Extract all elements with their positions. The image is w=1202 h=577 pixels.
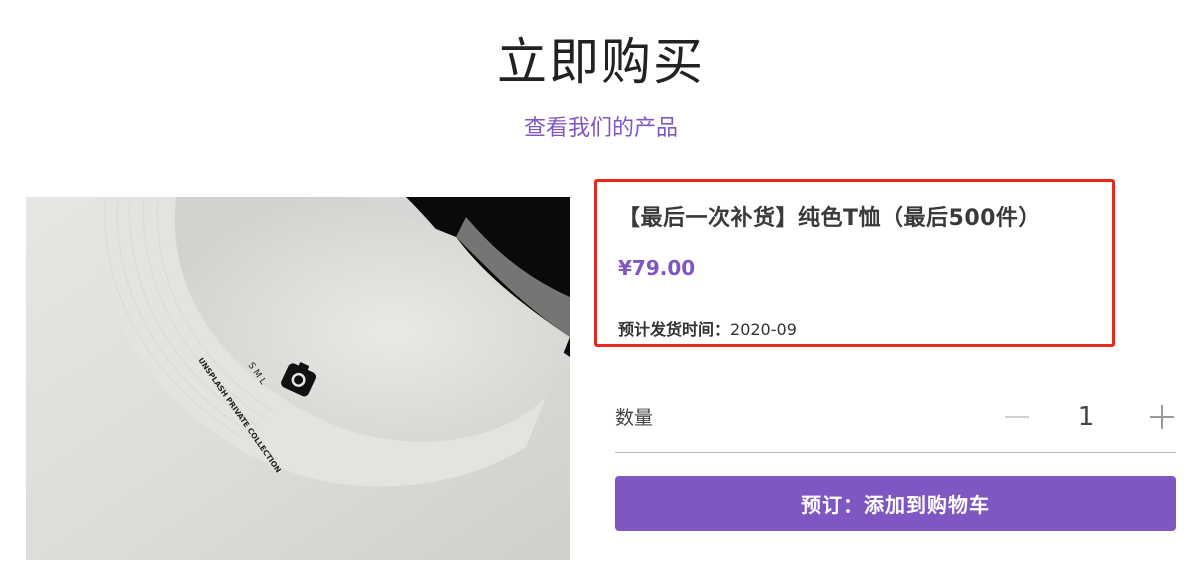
page-title: 立即购买	[497, 33, 705, 91]
product-price: ¥79.00	[618, 256, 696, 280]
ship-date-label: 预计发货时间：	[618, 320, 731, 339]
tshirt-photo: S M L UNSPLASH PRIVATE COLLECTION	[26, 197, 570, 560]
add-to-cart-button[interactable]: 预订：添加到购物车	[615, 476, 1176, 531]
ship-date-row: 预计发货时间：2020-09	[618, 316, 797, 340]
view-products-link[interactable]: 查看我们的产品	[0, 110, 1202, 142]
minus-icon[interactable]	[1003, 397, 1031, 437]
quantity-value[interactable]: 1	[1071, 397, 1101, 437]
ship-date-value: 2020-09	[730, 320, 797, 339]
quantity-label: 数量	[615, 407, 654, 429]
product-name: 【最后一次补货】纯色T恤（最后500件）	[618, 206, 1041, 231]
product-info-box: 【最后一次补货】纯色T恤（最后500件） ¥79.00 预计发货时间：2020-…	[594, 179, 1115, 347]
product-image: S M L UNSPLASH PRIVATE COLLECTION	[26, 197, 570, 560]
quantity-row: 数量 1	[615, 385, 1176, 453]
plus-icon[interactable]	[1148, 397, 1176, 437]
